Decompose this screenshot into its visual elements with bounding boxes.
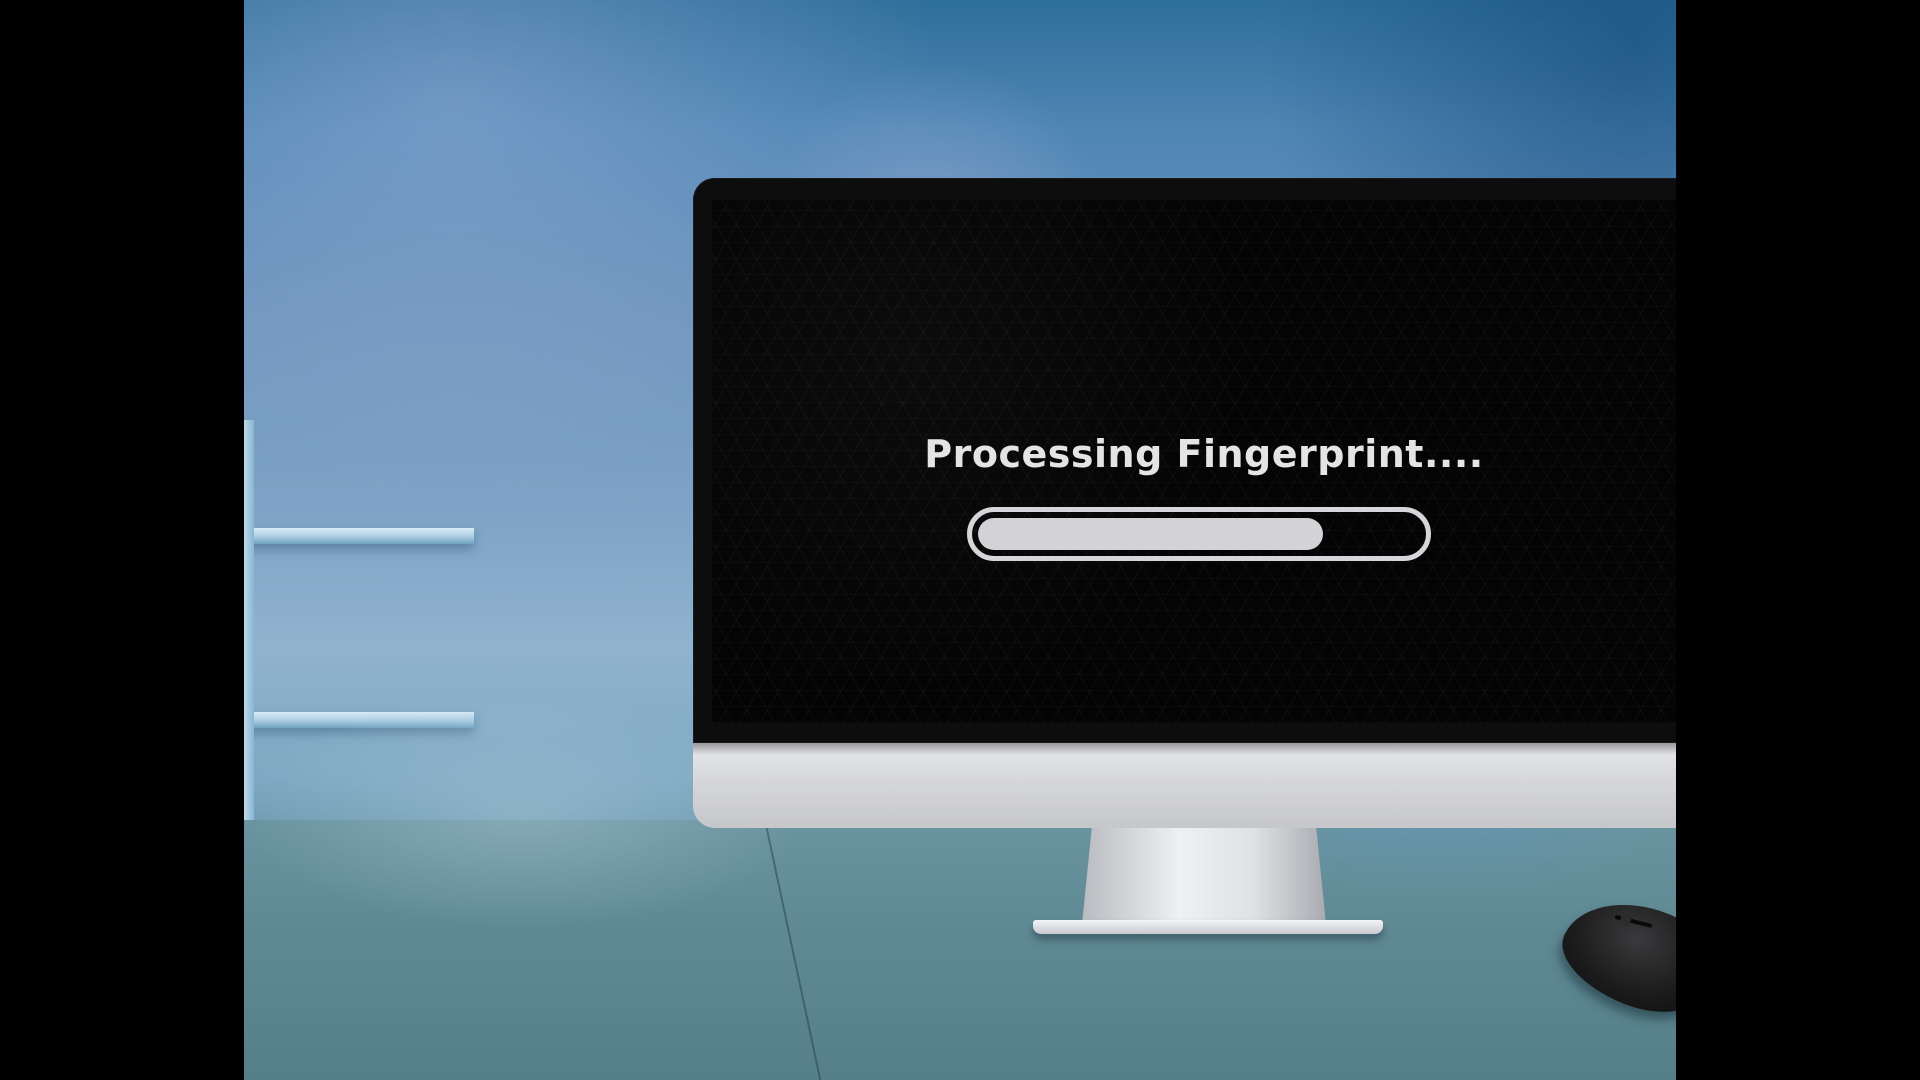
shelf-left-upper [244,528,474,544]
background-photo: Processing Fingerprint.... [244,0,1676,1080]
progress-bar-fill [978,518,1323,550]
monitor: Processing Fingerprint.... [693,178,1676,934]
monitor-chin [693,743,1676,828]
monitor-screen: Processing Fingerprint.... [712,200,1676,723]
progress-bar [967,507,1431,561]
monitor-chin-shadow [693,743,1676,755]
processing-title: Processing Fingerprint.... [924,432,1484,476]
mouse-scroll-wheel [1618,909,1634,928]
monitor-stand-base [1033,920,1383,934]
monitor-stand [1082,828,1326,924]
